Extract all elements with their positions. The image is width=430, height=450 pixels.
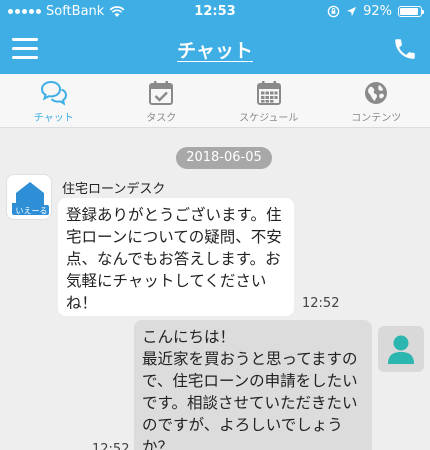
tab-label: タスク [146, 113, 177, 124]
app-header: チャット [0, 24, 430, 74]
person-icon [388, 335, 414, 364]
logo-text: いえーる [16, 207, 48, 216]
tab-contents[interactable]: コンテンツ [323, 74, 430, 127]
status-right: 92% [327, 4, 424, 19]
battery-percent: 92% [363, 4, 392, 19]
chat-area[interactable]: 2018-06-05 いえーる 住宅ローンデスク 登録ありがとうございます。住宅… [0, 129, 430, 450]
calendar-grid-icon [256, 81, 281, 105]
tab-label: コンテンツ [351, 113, 402, 124]
sender-name: 住宅ローンデスク [62, 182, 166, 197]
location-arrow-icon [347, 6, 357, 17]
outgoing-message-bubble: こんにちは！ 最近家を買おうと思ってますので、住宅ローンの申請をしたいです。相談… [134, 320, 372, 450]
battery-icon [398, 6, 424, 17]
tab-task[interactable]: タスク [108, 74, 216, 127]
tab-label: チャット [33, 113, 74, 124]
tab-schedule[interactable]: スケジュール [215, 74, 323, 127]
status-bar: SoftBank 12:53 92% [0, 0, 430, 24]
date-separator: 2018-06-05 [176, 147, 272, 169]
battery-fill [400, 8, 419, 15]
tab-label: スケジュール [239, 113, 299, 124]
tab-chat[interactable]: チャット [0, 74, 108, 127]
user-avatar[interactable] [378, 326, 424, 372]
page-title: チャット [177, 40, 253, 62]
orientation-lock-icon [327, 5, 340, 18]
phone-icon[interactable] [392, 36, 418, 62]
chat-bubbles-icon [40, 80, 67, 106]
globe-icon [365, 82, 388, 104]
message-timestamp: 12:52 [302, 296, 340, 311]
incoming-message-bubble: 登録ありがとうございます。住宅ローンについての疑問、不安点、なんでもお答えします… [58, 198, 294, 316]
message-timestamp: 12:52 [92, 442, 130, 450]
calendar-check-icon [149, 81, 174, 105]
house-logo-icon: いえーる [12, 182, 49, 216]
tab-bar: チャット タスク スケジュール コンテンツ [0, 74, 430, 128]
sender-avatar[interactable]: いえーる [6, 174, 52, 220]
